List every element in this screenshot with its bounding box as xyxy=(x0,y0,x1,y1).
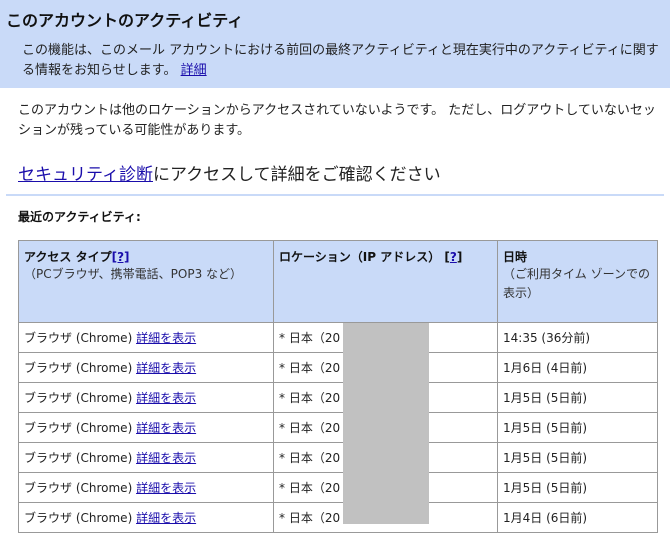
detail-link[interactable]: 詳細 xyxy=(181,63,207,78)
location-start: * 日本（20 xyxy=(279,361,341,375)
activity-header: このアカウントのアクティビティ この機能は、このメール アカウントにおける前回の… xyxy=(0,0,670,88)
access-type-cell: ブラウザ (Chrome) 詳細を表示 xyxy=(18,382,274,413)
access-type-text: ブラウザ (Chrome) xyxy=(24,481,133,495)
table-row: ブラウザ (Chrome) 詳細を表示 * 日本（205) 1月5日 (5日前) xyxy=(18,412,658,443)
col-location-title: ロケーション（IP アドレス） xyxy=(279,250,441,264)
show-details-link[interactable]: 詳細を表示 xyxy=(136,451,196,465)
access-type-text: ブラウザ (Chrome) xyxy=(24,331,133,345)
table-row: ブラウザ (Chrome) 詳細を表示 * 日本（205) 1月5日 (5日前) xyxy=(18,382,658,413)
location-help-close: ] xyxy=(456,250,463,264)
access-type-cell: ブラウザ (Chrome) 詳細を表示 xyxy=(18,352,274,383)
date-cell: 14:35 (36分前) xyxy=(497,322,658,353)
location-start: * 日本（20 xyxy=(279,511,341,525)
table-row: ブラウザ (Chrome) 詳細を表示 * 日本（205) 1月6日 (4日前) xyxy=(18,352,658,383)
col-date-title: 日時 xyxy=(503,250,528,264)
recent-activity-label: 最近のアクティビティ: xyxy=(18,210,141,224)
no-other-location-notice: このアカウントは他のロケーションからアクセスされていないようです。 ただし、ログ… xyxy=(18,103,656,138)
date-cell: 1月5日 (5日前) xyxy=(497,472,658,503)
access-type-cell: ブラウザ (Chrome) 詳細を表示 xyxy=(18,502,274,533)
col-location: ロケーション（IP アドレス） [?] xyxy=(273,240,498,323)
table-row: ブラウザ (Chrome) 詳細を表示 * 日本（205) 1月5日 (5日前) xyxy=(18,442,658,473)
col-date: 日時 （ご利用タイム ゾーンでの表示） xyxy=(497,240,658,323)
date-cell: 1月5日 (5日前) xyxy=(497,382,658,413)
table-row: ブラウザ (Chrome) 詳細を表示 * 日本（205) 1月4日 (6日前) xyxy=(18,502,658,533)
access-type-text: ブラウザ (Chrome) xyxy=(24,451,133,465)
table-row: ブラウザ (Chrome) 詳細を表示 * 日本（205) 14:35 (36分… xyxy=(18,322,658,353)
access-type-text: ブラウザ (Chrome) xyxy=(24,391,133,405)
access-type-cell: ブラウザ (Chrome) 詳細を表示 xyxy=(18,442,274,473)
date-cell: 1月6日 (4日前) xyxy=(497,352,658,383)
date-cell: 1月5日 (5日前) xyxy=(497,442,658,473)
col-access-type-title: アクセス タイプ xyxy=(24,250,112,264)
col-access-type-sub: （PCブラウザ、携帯電話、POP3 など） xyxy=(24,267,243,281)
show-details-link[interactable]: 詳細を表示 xyxy=(136,361,196,375)
header-description: この機能は、このメール アカウントにおける前回の最終アクティビティと現在実行中の… xyxy=(22,41,662,81)
section-divider xyxy=(6,194,664,196)
activity-table: アクセス タイプ[?] （PCブラウザ、携帯電話、POP3 など） ロケーション… xyxy=(18,240,658,533)
location-help-link[interactable]: ? xyxy=(450,250,457,264)
location-start: * 日本（20 xyxy=(279,451,341,465)
page-title: このアカウントのアクティビティ xyxy=(6,11,244,30)
access-type-text: ブラウザ (Chrome) xyxy=(24,361,133,375)
date-cell: 1月5日 (5日前) xyxy=(497,412,658,443)
date-cell: 1月4日 (6日前) xyxy=(497,502,658,533)
access-type-help-link[interactable]: [?] xyxy=(112,250,130,264)
security-checkup-text: にアクセスして詳細をご確認ください xyxy=(152,165,441,185)
location-start: * 日本（20 xyxy=(279,421,341,435)
access-type-cell: ブラウザ (Chrome) 詳細を表示 xyxy=(18,322,274,353)
col-access-type: アクセス タイプ[?] （PCブラウザ、携帯電話、POP3 など） xyxy=(18,240,274,323)
show-details-link[interactable]: 詳細を表示 xyxy=(136,511,196,525)
location-start: * 日本（20 xyxy=(279,481,341,495)
show-details-link[interactable]: 詳細を表示 xyxy=(136,331,196,345)
header-description-text: この機能は、このメール アカウントにおける前回の最終アクティビティと現在実行中の… xyxy=(22,43,659,78)
table-header-row: アクセス タイプ[?] （PCブラウザ、携帯電話、POP3 など） ロケーション… xyxy=(18,240,658,323)
access-type-text: ブラウザ (Chrome) xyxy=(24,421,133,435)
access-type-cell: ブラウザ (Chrome) 詳細を表示 xyxy=(18,412,274,443)
security-checkup-line: セキュリティ診断にアクセスして詳細をご確認ください xyxy=(18,160,663,185)
ip-redaction-block xyxy=(343,323,429,524)
access-type-text: ブラウザ (Chrome) xyxy=(24,511,133,525)
col-date-sub: （ご利用タイム ゾーンでの表示） xyxy=(503,267,650,300)
location-start: * 日本（20 xyxy=(279,391,341,405)
show-details-link[interactable]: 詳細を表示 xyxy=(136,391,196,405)
show-details-link[interactable]: 詳細を表示 xyxy=(136,421,196,435)
location-start: * 日本（20 xyxy=(279,331,341,345)
show-details-link[interactable]: 詳細を表示 xyxy=(136,481,196,495)
security-checkup-link[interactable]: セキュリティ診断 xyxy=(18,165,153,185)
access-type-cell: ブラウザ (Chrome) 詳細を表示 xyxy=(18,472,274,503)
table-row: ブラウザ (Chrome) 詳細を表示 * 日本（205) 1月5日 (5日前) xyxy=(18,472,658,503)
